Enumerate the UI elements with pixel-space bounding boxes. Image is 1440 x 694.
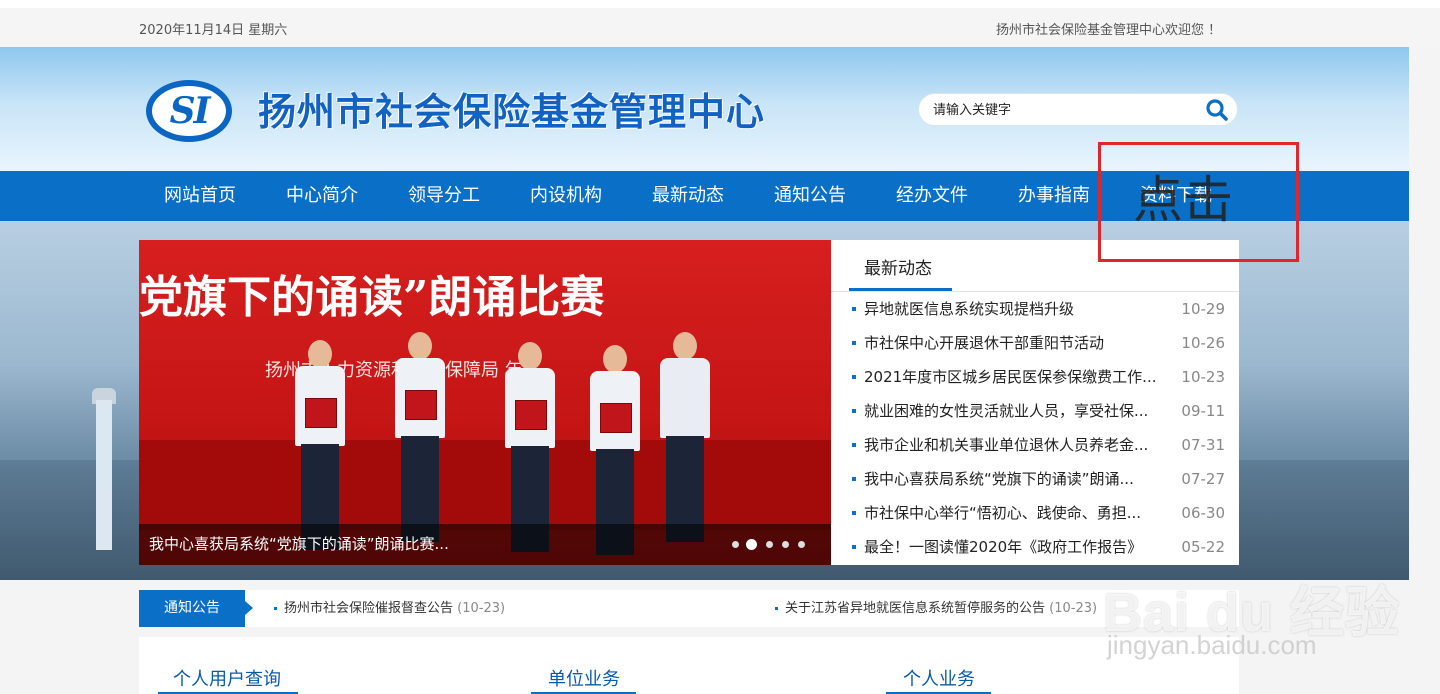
slide-caption[interactable]: 我中心喜获局系统“党旗下的诵读”朗诵比赛... <box>149 524 449 565</box>
notice-item[interactable]: 扬州市社会保险催报督查公告 (10-23) <box>274 590 505 627</box>
notice-title[interactable]: 扬州市社会保险催报督查公告 <box>284 601 453 616</box>
tab-latest-news[interactable]: 最新动态 <box>864 250 932 288</box>
site-title[interactable]: 扬州市社会保险基金管理中心 <box>258 86 765 138</box>
notice-date: (10-23) <box>1049 601 1098 616</box>
watermark-url: jingyan.baidu.com <box>1107 630 1317 660</box>
nav-departments[interactable]: 内设机构 <box>530 171 602 221</box>
current-date: 2020年11月14日 星期六 <box>139 23 288 38</box>
notice-label[interactable]: 通知公告 <box>139 590 245 627</box>
news-title[interactable]: 市社保中心开展退休干部重阳节活动 <box>864 326 1170 360</box>
notice-bar: 通知公告 扬州市社会保险催报督查公告 (10-23) 关于江苏省异地就医信息系统… <box>139 590 1239 627</box>
bullet-icon <box>852 409 856 413</box>
tab-company-business[interactable]: 单位业务 <box>548 665 620 691</box>
slider-dot[interactable] <box>732 541 739 548</box>
news-date: 10-23 <box>1181 368 1225 386</box>
bullet-icon <box>775 607 778 610</box>
slider-dot[interactable] <box>766 541 773 548</box>
slide-stage <box>139 440 831 530</box>
news-title[interactable]: 最全！一图读懂2020年《政府工作报告》 <box>864 530 1170 564</box>
news-date: 06-30 <box>1181 504 1225 522</box>
bullet-icon <box>852 307 856 311</box>
notice-title[interactable]: 关于江苏省异地就医信息系统暂停服务的公告 <box>785 601 1045 616</box>
notice-item[interactable]: 关于江苏省异地就医信息系统暂停服务的公告 (10-23) <box>775 590 1097 627</box>
news-title[interactable]: 异地就医信息系统实现提档升级 <box>864 292 1170 326</box>
image-slider[interactable]: 党旗下的诵读”朗诵比赛 扬州市人力资源和社会保障局 年 我中心喜获局系统“党旗下… <box>139 240 831 565</box>
notice-date: (10-23) <box>457 601 506 616</box>
tab-personal-business[interactable]: 个人业务 <box>903 665 975 691</box>
news-date: 10-29 <box>1181 300 1225 318</box>
news-title[interactable]: 就业困难的女性灵活就业人员，享受社保... <box>864 394 1170 428</box>
news-date: 10-26 <box>1181 334 1225 352</box>
annotation-text: 点击 <box>1133 171 1233 229</box>
bullet-icon <box>274 607 277 610</box>
slider-dot-active[interactable] <box>746 539 757 550</box>
nav-guide[interactable]: 办事指南 <box>1018 171 1090 221</box>
news-title[interactable]: 我市企业和机关事业单位退休人员养老金... <box>864 428 1170 462</box>
nav-documents[interactable]: 经办文件 <box>896 171 968 221</box>
slider-dot[interactable] <box>782 541 789 548</box>
bullet-icon <box>852 511 856 515</box>
tab-personal-query[interactable]: 个人用户查询 <box>173 665 281 691</box>
welcome-text: 扬州市社会保险基金管理中心欢迎您 ！ <box>996 23 1222 38</box>
news-date: 09-11 <box>1181 402 1225 420</box>
news-date: 05-22 <box>1181 538 1225 556</box>
latest-news-panel: 最新动态 异地就医信息系统实现提档升级 10-29 市社保中心开展退休干部重阳节… <box>831 240 1239 565</box>
nav-leadership[interactable]: 领导分工 <box>408 171 480 221</box>
slide-person <box>389 332 451 542</box>
news-title[interactable]: 市社保中心举行“悟初心、践使命、勇担... <box>864 496 1170 530</box>
news-title[interactable]: 我中心喜获局系统“党旗下的诵读”朗诵... <box>864 462 1170 496</box>
bullet-icon <box>852 477 856 481</box>
slider-dot[interactable] <box>798 541 805 548</box>
nav-home[interactable]: 网站首页 <box>164 171 236 221</box>
bullet-icon <box>852 341 856 345</box>
news-item[interactable]: 最全！一图读懂2020年《政府工作报告》 05-22 <box>849 530 1225 564</box>
news-item[interactable]: 异地就医信息系统实现提档升级 10-29 <box>849 292 1225 326</box>
search-box <box>918 93 1238 126</box>
news-item[interactable]: 2021年度市区城乡居民医保参保缴费工作... 10-23 <box>849 360 1225 394</box>
bullet-icon <box>852 375 856 379</box>
tower <box>96 400 112 550</box>
slide-caption-bar[interactable]: 我中心喜获局系统“党旗下的诵读”朗诵比赛... <box>139 524 831 565</box>
news-date: 07-27 <box>1181 470 1225 488</box>
bullet-icon <box>852 545 856 549</box>
services-section: 个人用户查询 单位业务 个人业务 <box>139 637 1239 694</box>
bullet-icon <box>852 443 856 447</box>
slide-person <box>654 332 716 542</box>
slide-person <box>499 342 561 552</box>
news-date: 07-31 <box>1181 436 1225 454</box>
nav-latest-news[interactable]: 最新动态 <box>652 171 724 221</box>
search-input[interactable] <box>933 94 1193 125</box>
news-item[interactable]: 我市企业和机关事业单位退休人员养老金... 07-31 <box>849 428 1225 462</box>
slider-dots <box>732 539 812 551</box>
slide-banner-text: 党旗下的诵读”朗诵比赛 <box>139 272 605 323</box>
logo-text: SI <box>169 90 211 132</box>
slide-person <box>289 340 351 550</box>
arrow-right-icon <box>245 601 253 615</box>
search-icon[interactable] <box>1205 98 1229 122</box>
news-item[interactable]: 市社保中心开展退休干部重阳节活动 10-26 <box>849 326 1225 360</box>
news-item[interactable]: 就业困难的女性灵活就业人员，享受社保... 09-11 <box>849 394 1225 428</box>
browser-bookmark-strip <box>0 0 1440 8</box>
news-title[interactable]: 2021年度市区城乡居民医保参保缴费工作... <box>864 360 1170 394</box>
nav-about[interactable]: 中心简介 <box>286 171 358 221</box>
news-item[interactable]: 市社保中心举行“悟初心、践使命、勇担... 06-30 <box>849 496 1225 530</box>
news-item[interactable]: 我中心喜获局系统“党旗下的诵读”朗诵... 07-27 <box>849 462 1225 496</box>
nav-notices[interactable]: 通知公告 <box>774 171 846 221</box>
